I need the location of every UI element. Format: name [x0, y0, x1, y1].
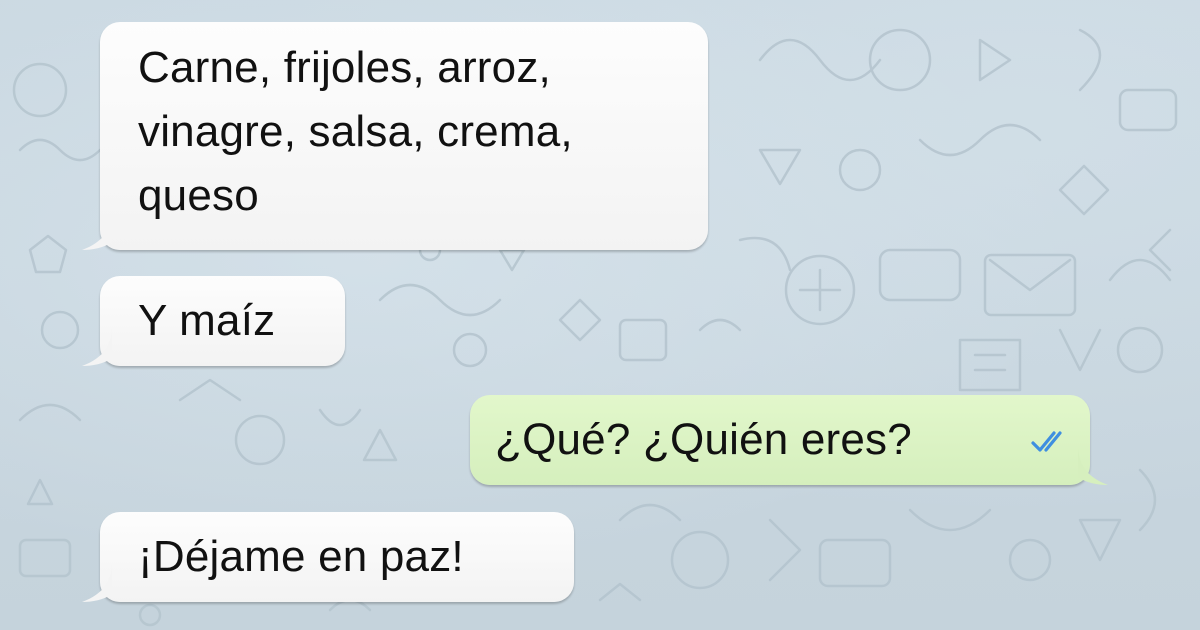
incoming-message-bubble[interactable]: Carne, frijoles, arroz, vinagre, salsa, … [82, 22, 708, 250]
outgoing-message-bubble[interactable]: ¿Qué? ¿Quién eres? [470, 395, 1108, 485]
message-text: Carne, frijoles, arroz, vinagre, salsa, … [138, 43, 573, 220]
bubble-tail [82, 210, 112, 250]
double-check-icon [1031, 431, 1062, 452]
message-text: ¡Déjame en paz! [138, 532, 464, 581]
message-text: ¿Qué? ¿Quién eres? [495, 415, 912, 464]
bubble-tail [1078, 445, 1108, 485]
bubble-tail [82, 326, 112, 366]
message-text: Y maíz [138, 296, 276, 345]
incoming-message-bubble[interactable]: ¡Déjame en paz! [82, 512, 574, 602]
incoming-message-bubble[interactable]: Y maíz [82, 276, 345, 366]
bubble-tail [82, 562, 112, 602]
